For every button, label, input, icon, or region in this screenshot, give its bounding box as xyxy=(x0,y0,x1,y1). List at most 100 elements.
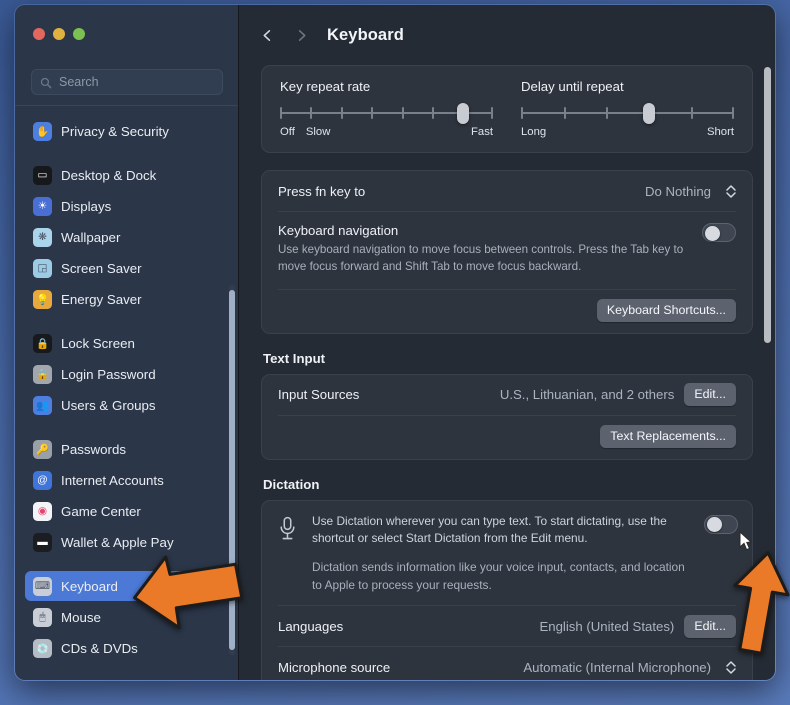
sidebar-scrollbar-thumb[interactable] xyxy=(229,290,235,650)
sidebar-item-desktop-dock[interactable]: ▭ Desktop & Dock xyxy=(25,160,228,190)
keyboard-icon: ⌨ xyxy=(33,576,52,596)
key-repeat-off-label: Off xyxy=(280,126,295,138)
fn-navigation-card: Press fn key to Do Nothing Keyboard navi… xyxy=(261,170,753,334)
dictation-info-block: Use Dictation wherever you can type text… xyxy=(262,501,752,605)
sidebar-item-internet-accounts[interactable]: @ Internet Accounts xyxy=(25,465,228,495)
keyboard-shortcuts-button[interactable]: Keyboard Shortcuts... xyxy=(596,298,736,322)
screen-saver-icon: ◲ xyxy=(33,258,52,278)
languages-value: English (United States) xyxy=(539,618,675,634)
keyboard-navigation-toggle[interactable] xyxy=(702,223,736,242)
input-sources-edit-button[interactable]: Edit... xyxy=(684,383,736,407)
sidebar-item-displays[interactable]: ☀ Displays xyxy=(25,191,228,221)
zoom-button[interactable] xyxy=(73,28,85,40)
key-repeat-slow-label: Slow xyxy=(305,126,331,138)
displays-icon: ☀ xyxy=(33,196,52,216)
slider-thumb[interactable] xyxy=(456,103,469,124)
close-button[interactable] xyxy=(33,28,45,40)
game-center-icon: ◉ xyxy=(33,501,52,521)
keyboard-navigation-label: Keyboard navigation xyxy=(278,223,399,238)
text-replacements-button[interactable]: Text Replacements... xyxy=(600,424,736,448)
slider-tick xyxy=(401,107,404,119)
back-button[interactable] xyxy=(253,22,281,48)
sidebar-item-users-groups[interactable]: 👥 Users & Groups xyxy=(25,390,228,420)
slider-tick xyxy=(432,107,435,119)
sidebar-item-keyboard[interactable]: ⌨ Keyboard xyxy=(25,571,228,601)
sidebar-item-game-center[interactable]: ◉ Game Center xyxy=(25,496,228,526)
sidebar-item-passwords[interactable]: 🔑 Passwords xyxy=(25,434,228,464)
sidebar-item-cds-dvds[interactable]: 💿 CDs & DVDs xyxy=(25,633,228,663)
dictation-toggle[interactable] xyxy=(704,514,738,534)
slider-tick xyxy=(280,107,282,119)
press-fn-stepper-icon[interactable] xyxy=(726,184,736,198)
wallpaper-icon: ❋ xyxy=(33,227,52,247)
sidebar-item-printers-scanners[interactable]: 🖨Printers & Scanners xyxy=(25,664,228,668)
key-repeat-fast-label: Fast xyxy=(471,126,493,138)
search-placeholder: Search xyxy=(59,75,99,89)
search-icon xyxy=(40,76,52,89)
dictation-header: Dictation xyxy=(263,476,320,492)
sidebar-item-screen-saver[interactable]: ◲ Screen Saver xyxy=(25,253,228,283)
passwords-key-icon: 🔑 xyxy=(33,439,52,459)
sidebar-item-label: Users & Groups xyxy=(61,397,156,413)
sidebar-item-label: Login Password xyxy=(61,366,156,382)
window-controls xyxy=(33,28,85,40)
languages-edit-button[interactable]: Edit... xyxy=(684,614,736,638)
keyboard-navigation-description: Use keyboard navigation to move focus be… xyxy=(278,243,684,273)
slider-tick xyxy=(340,107,343,119)
toggle-knob xyxy=(705,225,720,241)
sidebar-item-lock-screen[interactable]: 🔒 Lock Screen xyxy=(25,328,228,358)
microphone-source-row[interactable]: Microphone source Automatic (Internal Mi… xyxy=(262,647,752,680)
slider-track-line xyxy=(521,112,734,114)
sidebar-item-login-password[interactable]: 🔒 Login Password xyxy=(25,359,228,389)
disc-icon: 💿 xyxy=(33,638,52,658)
slider-tick xyxy=(606,107,609,119)
sidebar-item-mouse[interactable]: 🖱 Mouse xyxy=(25,602,228,632)
sidebar-item-label: Desktop & Dock xyxy=(61,167,157,183)
mouse-pointer-cursor xyxy=(739,530,753,556)
microphone-source-label: Microphone source xyxy=(278,659,391,675)
repeat-rate-card: Key repeat rate Off Slow Fast Delay unti… xyxy=(261,65,753,153)
sidebar-scroll-area[interactable]: ✋ Privacy & Security ▭ Desktop & Dock ☀ Displ… xyxy=(15,105,238,668)
slider-tick xyxy=(563,107,566,119)
wallet-icon: ▬ xyxy=(33,532,52,552)
sidebar-item-label: Mouse xyxy=(61,609,101,625)
dictation-paragraph-1: Use Dictation wherever you can type text… xyxy=(312,513,667,546)
slider-tick xyxy=(491,107,493,119)
microphone-source-stepper-icon[interactable] xyxy=(726,660,736,674)
sidebar-item-label: Displays xyxy=(61,198,112,214)
slider-tick xyxy=(371,107,374,119)
lock-screen-icon: 🔒 xyxy=(33,333,52,353)
key-repeat-rate-slider[interactable] xyxy=(280,103,493,124)
sidebar-list: ✋ Privacy & Security ▭ Desktop & Dock ☀ Displ… xyxy=(15,112,238,668)
sidebar-item-label: CDs & DVDs xyxy=(61,640,138,656)
delay-until-repeat-group: Delay until repeat Long Short xyxy=(521,79,734,138)
delay-until-repeat-slider[interactable] xyxy=(521,103,734,124)
desktop-dock-icon: ▭ xyxy=(33,165,52,185)
text-input-header: Text Input xyxy=(263,350,326,366)
slider-thumb[interactable] xyxy=(642,103,655,124)
sidebar-item-label: Screen Saver xyxy=(61,260,142,276)
sidebar-item-wallpaper[interactable]: ❋ Wallpaper xyxy=(25,222,228,252)
toolbar: Keyboard xyxy=(239,5,775,65)
languages-label: Languages xyxy=(278,618,344,634)
sidebar-item-energy-saver[interactable]: 💡 Energy Saver xyxy=(25,284,228,314)
sidebar-item-label: Passwords xyxy=(61,441,127,457)
search-field[interactable]: Search xyxy=(31,69,223,95)
settings-content: Key repeat rate Off Slow Fast Delay unti… xyxy=(239,65,775,680)
sidebar-item-label: Privacy & Security xyxy=(61,123,169,139)
main-scrollbar-thumb[interactable] xyxy=(764,67,771,343)
sidebar-item-wallet-apple-pay[interactable]: ▬ Wallet & Apple Pay xyxy=(25,527,228,557)
forward-button[interactable] xyxy=(287,22,315,48)
sidebar-item-privacy-security[interactable]: ✋ Privacy & Security xyxy=(25,116,228,146)
minimize-button[interactable] xyxy=(53,28,65,40)
press-fn-row[interactable]: Press fn key to Do Nothing xyxy=(262,171,752,211)
microphone-source-value: Automatic (Internal Microphone) xyxy=(523,659,711,675)
key-repeat-rate-group: Key repeat rate Off Slow Fast xyxy=(280,79,493,138)
main-pane: Keyboard Key repeat rate Off Slow Fast D… xyxy=(239,5,775,680)
delay-until-repeat-label: Delay until repeat xyxy=(521,79,624,94)
key-repeat-rate-label: Key repeat rate xyxy=(280,79,371,94)
input-sources-row: Input Sources U.S., Lithuanian, and 2 ot… xyxy=(262,375,752,415)
